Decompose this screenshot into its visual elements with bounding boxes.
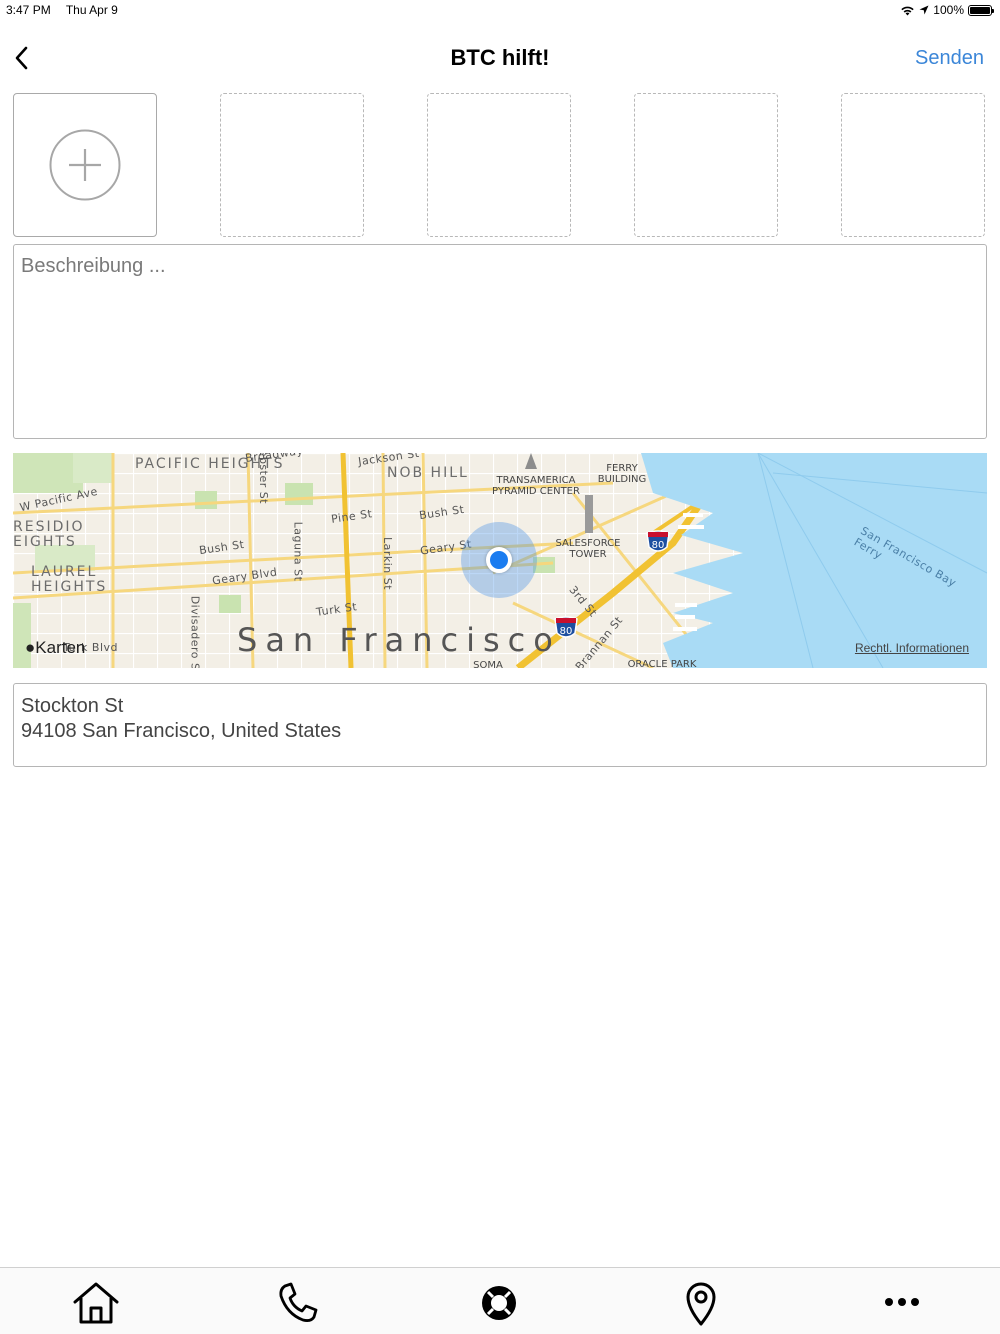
maps-brand: ●Karten [25, 638, 85, 658]
tab-bar [0, 1267, 1000, 1334]
photo-row [13, 93, 987, 237]
tab-home[interactable] [71, 1280, 121, 1326]
status-bar: 3:47 PM Thu Apr 9 100% [0, 0, 1000, 22]
highway-shield-icon: 80 [645, 529, 671, 555]
battery-percent: 100% [933, 3, 964, 17]
map-street-label: Webster St [257, 453, 271, 505]
address-line-2: 94108 San Francisco, United States [21, 720, 342, 742]
description-input[interactable] [13, 244, 987, 439]
map-district-label: NOB HILL [387, 465, 469, 481]
map-poi-label: ORACLE PARK [627, 659, 697, 668]
map-poi-label: TRANSAMERICA PYRAMID CENTER [492, 475, 580, 497]
photo-slot [220, 93, 364, 237]
tab-help[interactable] [474, 1280, 524, 1326]
more-dots-icon [885, 1298, 919, 1306]
highway-number: 80 [560, 626, 573, 637]
map-district-label: RESIDIO EIGHTS [13, 519, 85, 550]
map-view[interactable]: PACIFIC HEIGHTS NOB HILL RESIDIO EIGHTS … [13, 453, 987, 668]
battery-icon [968, 4, 994, 16]
map-street-label: Laguna St [291, 521, 305, 582]
battery-fill [970, 6, 990, 14]
page-title: BTC hilft! [450, 45, 550, 70]
phone-icon [279, 1282, 318, 1322]
status-left: 3:47 PM Thu Apr 9 [6, 3, 130, 17]
map-city-label: San Francisco [237, 621, 561, 659]
location-arrow-icon [919, 5, 929, 15]
address-line-1: Stockton St [21, 695, 124, 717]
tab-location[interactable] [676, 1280, 726, 1326]
home-icon [73, 1282, 119, 1324]
photo-slot [427, 93, 571, 237]
tab-more[interactable] [877, 1280, 927, 1326]
status-right: 100% [900, 3, 994, 17]
map-poi-label: FERRY BUILDING [597, 463, 647, 485]
photo-slot [841, 93, 985, 237]
status-date: Thu Apr 9 [65, 3, 118, 17]
map-street-label: Divisadero St [188, 595, 202, 668]
send-button[interactable]: Senden [915, 47, 984, 70]
map-poi-label: SALESFORCE TOWER [555, 538, 621, 560]
address-field[interactable]: Stockton St 94108 San Francisco, United … [13, 683, 987, 767]
user-location-dot [486, 547, 512, 573]
nav-bar: BTC hilft! Senden [0, 28, 1000, 88]
wifi-icon [901, 6, 914, 15]
photo-slot [634, 93, 778, 237]
map-street-label: Larkin St [381, 536, 395, 591]
tab-phone[interactable] [273, 1280, 323, 1326]
lifebuoy-icon [482, 1286, 516, 1320]
apple-logo-icon: ● [25, 638, 36, 657]
highway-shield-icon: 80 [553, 615, 579, 641]
highway-number: 80 [652, 540, 665, 551]
plus-circle-icon [49, 129, 121, 201]
maps-brand-label: Karten [35, 638, 86, 657]
map-district-label: LAUREL HEIGHTS [31, 564, 108, 595]
map-poi-label: SOMA [473, 660, 503, 668]
map-pin-icon [686, 1282, 716, 1326]
add-photo-button[interactable] [13, 93, 157, 237]
status-time: 3:47 PM [6, 3, 51, 17]
legal-info-link[interactable]: Rechtl. Informationen [855, 641, 969, 655]
